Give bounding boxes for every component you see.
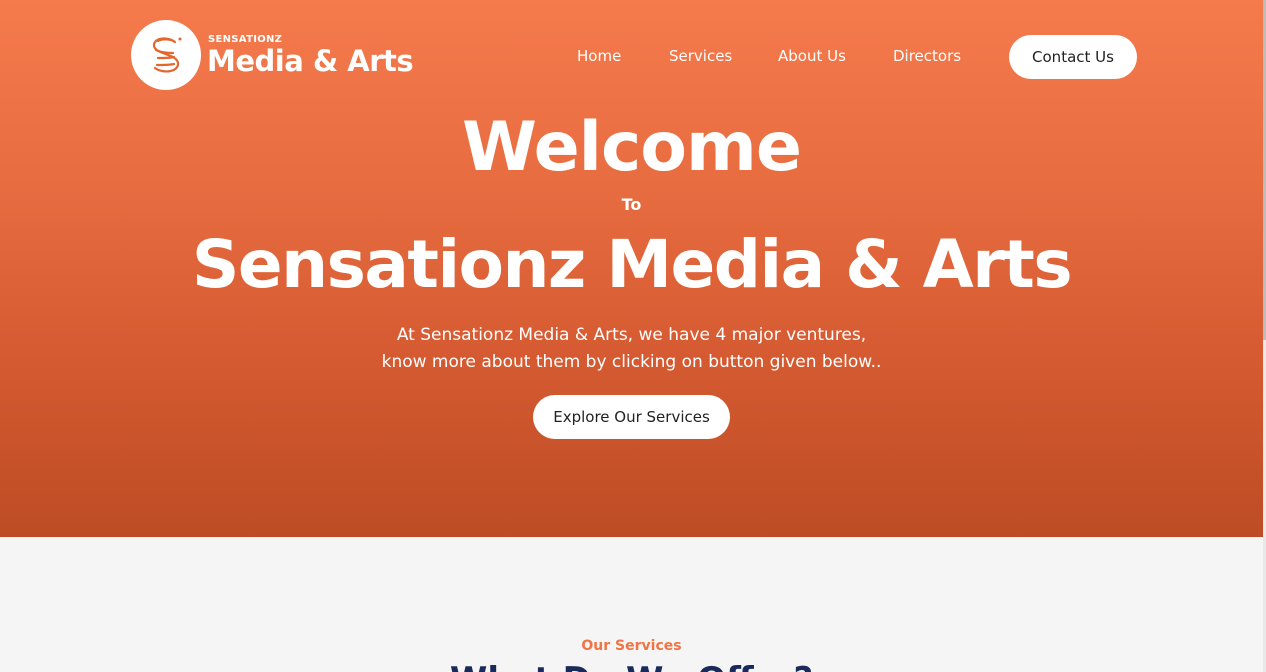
hero-description-line-2: know more about them by clicking on butt… bbox=[381, 352, 882, 372]
hero-to-text: To bbox=[621, 195, 642, 214]
page: SENSATIONZ Media & Arts Home Services Ab… bbox=[0, 0, 1266, 672]
explore-services-button[interactable]: Explore Our Services bbox=[533, 395, 730, 439]
hero-welcome-title: Welcome bbox=[461, 108, 802, 187]
logo-text: SENSATIONZ Media & Arts bbox=[207, 33, 414, 78]
services-eyebrow: Our Services bbox=[581, 638, 682, 654]
nav-services[interactable]: Services bbox=[669, 47, 732, 65]
logo-big-text: Media & Arts bbox=[207, 43, 414, 78]
nav-home[interactable]: Home bbox=[577, 47, 621, 65]
logo[interactable]: SENSATIONZ Media & Arts bbox=[131, 20, 414, 90]
contact-us-button[interactable]: Contact Us bbox=[1009, 35, 1137, 79]
hero-description-line-1: At Sensationz Media & Arts, we have 4 ma… bbox=[396, 325, 867, 345]
hero-section: SENSATIONZ Media & Arts Home Services Ab… bbox=[0, 0, 1263, 537]
hero-company-title: Sensationz Media & Arts bbox=[191, 226, 1073, 303]
services-heading: What Do We Offer? bbox=[0, 660, 1263, 672]
nav-directors[interactable]: Directors bbox=[893, 47, 961, 65]
logo-small-text: SENSATIONZ bbox=[208, 33, 283, 45]
hero-description: At Sensationz Media & Arts, we have 4 ma… bbox=[0, 322, 1263, 376]
logo-s-icon bbox=[131, 20, 201, 90]
nav-about-us[interactable]: About Us bbox=[778, 47, 846, 65]
